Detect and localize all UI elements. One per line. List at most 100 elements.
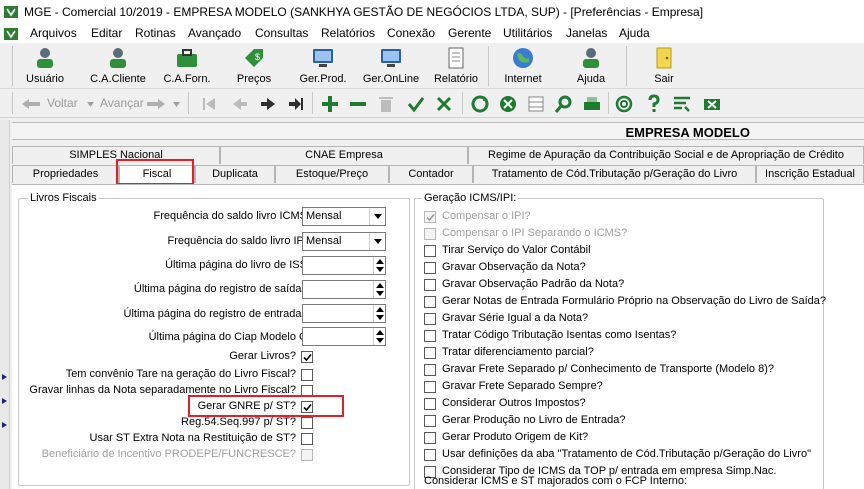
compensar-ipi-label: Compensar o IPI? (442, 210, 531, 222)
compensar-ipi-separando-icms-checkbox (424, 228, 436, 240)
ult-ciap-spinner[interactable] (302, 327, 386, 346)
report-icon (448, 47, 464, 69)
toolbar-button-ajuda[interactable]: Ajuda (566, 43, 616, 89)
gravar-observacao-nota-label: Gravar Observação da Nota? (442, 261, 586, 273)
gravar-frete-separado-ct-checkbox[interactable] (424, 364, 436, 376)
back-button[interactable]: Voltar (47, 96, 78, 110)
back-arrow-icon (22, 99, 40, 109)
menu-ajuda[interactable]: Ajuda (619, 26, 650, 40)
freq-ipi-label: Frequência do saldo livro IPI: (167, 235, 310, 247)
freq-ipi-select[interactable]: Mensal (302, 232, 386, 251)
menu-conexao[interactable]: Conexão (387, 26, 435, 40)
freq-icms-select[interactable]: Mensal (302, 207, 386, 226)
freq-icms-label: Frequência do saldo livro ICMS: (153, 210, 310, 222)
ult-entradas-spinner[interactable] (302, 304, 386, 323)
gerar-produto-origem-kit-checkbox[interactable] (424, 432, 436, 444)
clear-filter-icon[interactable] (702, 94, 722, 114)
tab-propriedades[interactable]: Propriedades (12, 165, 119, 183)
confirm-icon[interactable] (406, 94, 426, 114)
last-record-icon[interactable] (286, 94, 306, 114)
question-icon[interactable] (644, 94, 664, 114)
toolbar-button-usuario[interactable]: Usuário (16, 43, 74, 89)
reg54-seq997-st-label: Reg.54.Seq.997 p/ ST? (181, 416, 296, 428)
tirar-servico-valor-contabil-checkbox[interactable] (424, 245, 436, 257)
tab-tratamento-cod-tributacao[interactable]: Tratamento de Cód.Tributação p/Geração d… (473, 165, 756, 183)
ult-saidas-spinner[interactable] (302, 280, 386, 299)
gravar-serie-igual-checkbox[interactable] (424, 313, 436, 325)
reg54-seq997-st-checkbox[interactable] (301, 417, 313, 429)
clear-icon[interactable] (498, 94, 518, 114)
email-icon[interactable] (614, 94, 634, 114)
add-icon[interactable] (320, 94, 340, 114)
previous-record-icon[interactable] (230, 94, 250, 114)
client-icon (110, 48, 126, 68)
menu-arquivos[interactable]: Arquivos (30, 26, 77, 40)
convenio-tare-checkbox[interactable] (301, 369, 313, 381)
delete-icon[interactable] (376, 94, 396, 114)
filter-icon[interactable] (672, 94, 692, 114)
menu-relatorios[interactable]: Relatórios (321, 26, 375, 40)
considerar-outros-impostos-checkbox[interactable] (424, 398, 436, 410)
toolbar-button-ca-forn[interactable]: C.A.Forn. (156, 43, 218, 89)
tratar-codigo-isentas-checkbox[interactable] (424, 330, 436, 342)
spin-arrows-icon (376, 259, 384, 272)
menu-rotinas[interactable]: Rotinas (135, 26, 176, 40)
menu-consultas[interactable]: Consultas (255, 26, 308, 40)
menu-janelas[interactable]: Janelas (566, 26, 607, 40)
gerar-livros-checkbox[interactable] (301, 351, 313, 363)
forward-arrow-icon (147, 99, 165, 109)
cancel-icon[interactable] (434, 94, 454, 114)
menu-utilitarios[interactable]: Utilitários (503, 26, 552, 40)
toolbar-button-ger-prod[interactable]: Ger.Prod. (292, 43, 354, 89)
menu-avancado[interactable]: Avançado (188, 26, 241, 40)
toolbar-button-precos[interactable]: $ Preços (226, 43, 282, 89)
print-icon[interactable] (582, 94, 602, 114)
expand-arrows-icon[interactable] (2, 372, 8, 432)
convenio-tare-label: Tem convênio Tare na geração do Livro Fi… (65, 368, 296, 380)
search-icon[interactable] (554, 94, 574, 114)
toolbar-button-relatorio[interactable]: Relatório (430, 43, 482, 89)
tab-cnae-empresa[interactable]: CNAE Empresa (220, 146, 468, 164)
usar-definicoes-aba-tratamento-checkbox[interactable] (424, 449, 436, 461)
title-bar: MGE - Comercial 10/2019 - EMPRESA MODELO… (0, 0, 864, 24)
tab-regime-apuracao[interactable]: Regime de Apuração da Contribuição Socia… (468, 146, 864, 164)
tab-contador[interactable]: Contador (389, 165, 473, 183)
grid-icon[interactable] (526, 94, 546, 114)
menu-editar[interactable]: Editar (91, 26, 122, 40)
gerar-producao-livro-entrada-checkbox[interactable] (424, 415, 436, 427)
toolbar-button-ger-online[interactable]: Ger.OnLine (358, 43, 424, 89)
chevron-down-icon (374, 214, 382, 219)
left-splitter[interactable] (0, 120, 10, 489)
toolbar-separator (462, 92, 463, 114)
toolbar-button-sair[interactable]: Sair (636, 43, 692, 89)
tab-inscricao-estadual[interactable]: Inscrição Estadual (756, 165, 864, 183)
refresh-icon[interactable] (470, 94, 490, 114)
tratar-diferenciamento-parcial-checkbox[interactable] (424, 347, 436, 359)
compensar-ipi-checkbox (424, 211, 436, 223)
next-record-icon[interactable] (258, 94, 278, 114)
chevron-down-icon (374, 239, 382, 244)
gerar-notas-entrada-formulario-checkbox[interactable] (424, 296, 436, 308)
gravar-observacao-padrao-checkbox[interactable] (424, 279, 436, 291)
menu-gerente[interactable]: Gerente (448, 26, 491, 40)
first-record-icon[interactable] (200, 94, 220, 114)
tab-duplicata[interactable]: Duplicata (195, 165, 275, 183)
check-mark-icon (426, 213, 435, 222)
remove-icon[interactable] (348, 94, 368, 114)
gravar-observacao-nota-checkbox[interactable] (424, 262, 436, 274)
usar-st-extra-nota-checkbox[interactable] (301, 433, 313, 445)
gerar-producao-livro-entrada-label: Gerar Produção no Livro de Entrada? (442, 414, 626, 426)
toolbar-button-internet[interactable]: Internet (496, 43, 550, 89)
app-menu-icon[interactable] (4, 27, 18, 41)
toolbar-button-ca-cliente[interactable]: C.A.Cliente (84, 43, 152, 89)
forward-button[interactable]: Avançar (100, 96, 144, 110)
ult-iss-spinner[interactable] (302, 256, 386, 275)
navigation-toolbar: Voltar Avançar (0, 90, 864, 118)
product-manager-icon (313, 49, 333, 67)
gravar-frete-separado-sempre-label: Gravar Frete Separado Sempre? (442, 380, 603, 392)
chevron-down-icon (173, 102, 180, 107)
main-toolbar: Usuário C.A.Cliente C.A.Forn. $ Preços G… (0, 43, 864, 89)
gravar-frete-separado-sempre-checkbox[interactable] (424, 381, 436, 393)
tab-estoque-preco[interactable]: Estoque/Preço (275, 165, 389, 183)
company-name: EMPRESA MODELO (625, 125, 750, 140)
